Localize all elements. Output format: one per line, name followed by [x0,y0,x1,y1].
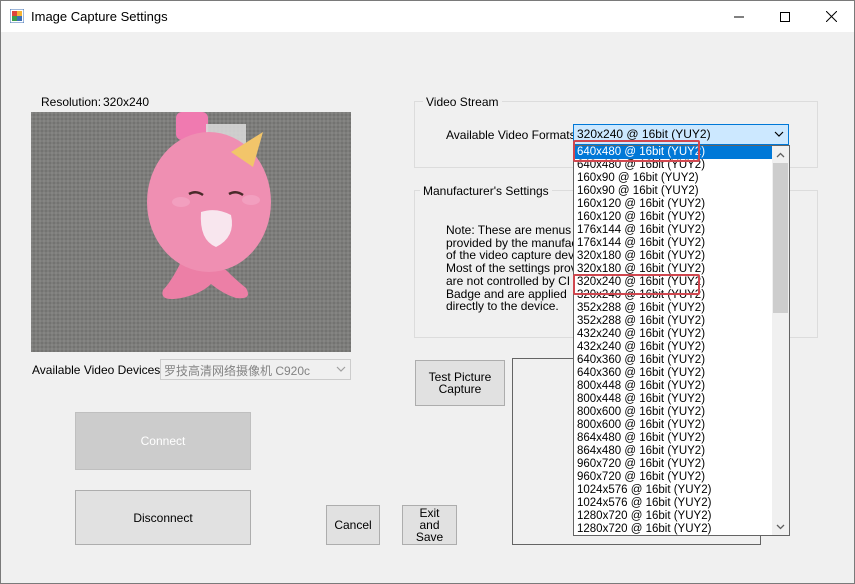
note-line: Note: These are menus [446,224,572,237]
format-option[interactable]: 160x90 @ 16bit (YUY2) [574,185,773,198]
note-line: directly to the device. [446,299,559,313]
video-devices-label: Available Video Devices: [32,363,164,377]
test-picture-capture-button[interactable]: Test Picture Capture [415,360,505,406]
format-option[interactable]: 432x240 @ 16bit (YUY2) [574,328,773,341]
close-icon [825,11,837,22]
exit-save-button[interactable]: Exit and Save [402,505,457,545]
format-option[interactable]: 160x90 @ 16bit (YUY2) [574,172,773,185]
camera-preview-image [31,112,351,352]
format-option[interactable]: 864x480 @ 16bit (YUY2) [574,432,773,445]
annotation-highlight-640x480 [573,140,700,162]
format-option[interactable]: 640x360 @ 16bit (YUY2) [574,367,773,380]
dropdown-scrollbar[interactable] [772,146,789,535]
format-option[interactable]: 176x144 @ 16bit (YUY2) [574,224,773,237]
scroll-up-icon [776,152,785,157]
minimize-icon [734,16,744,17]
cancel-button[interactable]: Cancel [326,505,380,545]
format-option[interactable]: 800x448 @ 16bit (YUY2) [574,393,773,406]
format-option[interactable]: 160x120 @ 16bit (YUY2) [574,198,773,211]
format-option[interactable]: 864x480 @ 16bit (YUY2) [574,445,773,458]
format-option[interactable]: 1280x720 @ 16bit (YUY2) [574,510,773,523]
maximize-button[interactable] [762,1,808,32]
manufacturer-settings-group-label: Manufacturer's Settings [420,184,552,198]
note-line: are not controlled by CI [446,273,571,288]
minimize-button[interactable] [716,1,762,32]
format-option[interactable]: 160x120 @ 16bit (YUY2) [574,211,773,224]
video-formats-label: Available Video Formats: [446,128,579,142]
video-stream-group-label: Video Stream [423,95,502,109]
disconnect-button[interactable]: Disconnect [75,490,251,545]
format-option[interactable]: 352x288 @ 16bit (YUY2) [574,315,773,328]
maximize-icon [780,11,790,22]
annotation-highlight-320x240 [573,274,700,295]
format-option[interactable]: 800x448 @ 16bit (YUY2) [574,380,773,393]
video-formats-dropdown-list[interactable]: 640x480 @ 16bit (YUY2) 640x480 @ 16bit (Y… [573,145,790,536]
format-option[interactable]: 800x600 @ 16bit (YUY2) [574,406,773,419]
format-option[interactable]: 176x144 @ 16bit (YUY2) [574,237,773,250]
title-bar[interactable]: Image Capture Settings [1,1,854,32]
chevron-down-icon [774,131,784,137]
format-option[interactable]: 432x240 @ 16bit (YUY2) [574,341,773,354]
format-option[interactable]: 960x720 @ 16bit (YUY2) [574,458,773,471]
format-option[interactable]: 640x360 @ 16bit (YUY2) [574,354,773,367]
scroll-down-button[interactable] [772,518,789,535]
app-icon [10,9,24,23]
format-option[interactable]: 1280x720 @ 16bit (YUY2) [574,523,773,535]
resolution-label: Resolution: [41,95,102,109]
note-line: Most of the settings provid [446,261,574,276]
video-devices-selected: 罗技高清网络摄像机 C920c [164,364,311,378]
format-option[interactable]: 1024x576 @ 16bit (YUY2) [574,497,773,510]
format-option[interactable]: 1024x576 @ 16bit (YUY2) [574,484,773,497]
chevron-down-icon [336,366,346,372]
format-option[interactable]: 800x600 @ 16bit (YUY2) [574,419,773,432]
image-capture-settings-window: Image Capture Settings Resolution: 320x2… [0,0,855,584]
connect-button[interactable]: Connect [75,412,251,470]
video-devices-combo[interactable]: 罗技高清网络摄像机 C920c [160,359,351,380]
manufacturer-note: Note: These are menus provided by the ma… [446,224,574,313]
dropdown-items: 640x480 @ 16bit (YUY2) 640x480 @ 16bit (Y… [574,146,773,535]
window-title: Image Capture Settings [31,9,168,24]
format-option[interactable]: 960x720 @ 16bit (YUY2) [574,471,773,484]
scroll-up-button[interactable] [772,146,789,163]
close-button[interactable] [808,1,854,32]
scroll-thumb[interactable] [773,163,788,313]
camera-preview [31,112,351,352]
resolution-value: 320x240 [103,95,150,109]
scroll-down-icon [776,524,785,529]
format-option[interactable]: 352x288 @ 16bit (YUY2) [574,302,773,315]
video-formats-selected: 320x240 @ 16bit (YUY2) [577,127,711,141]
format-option[interactable]: 320x180 @ 16bit (YUY2) [574,250,773,263]
